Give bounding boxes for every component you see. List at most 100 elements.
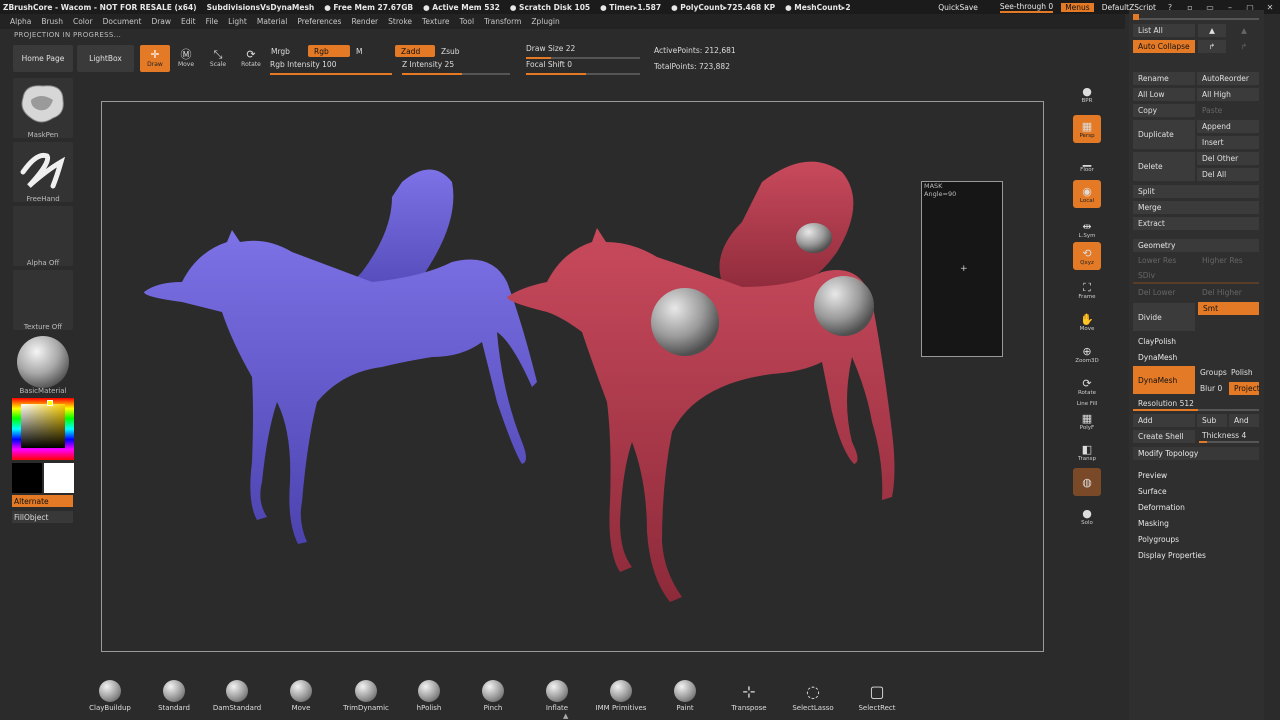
menu-color[interactable]: Color [73,17,93,26]
xyz-button[interactable]: ⟲ Qxyz [1073,242,1101,270]
brush-selectrect[interactable]: ▢ SelectRect [847,680,907,713]
menu-brush[interactable]: Brush [41,17,63,26]
all-high-button[interactable]: All High [1197,88,1259,101]
menu-render[interactable]: Render [351,17,378,26]
duplicate-button[interactable]: Duplicate [1133,120,1195,149]
copy-button[interactable]: Copy [1133,104,1195,117]
menu-material[interactable]: Material [257,17,287,26]
add-button[interactable]: Add [1133,414,1195,427]
menu-transform[interactable]: Transform [484,17,521,26]
solo-button[interactable]: ● Solo [1073,502,1101,530]
dynamesh-button[interactable]: DynaMesh [1133,366,1195,394]
shelf-expand-icon[interactable]: ▲ [563,712,568,720]
lsym-button[interactable]: ⇹ L.Sym [1073,215,1101,243]
frame-button[interactable]: ⛶ Frame [1073,276,1101,304]
menu-file[interactable]: File [206,17,219,26]
brush-damstandard[interactable]: DamStandard [207,680,267,712]
del-all-button[interactable]: Del All [1197,168,1259,181]
create-shell-button[interactable]: Create Shell [1133,430,1195,443]
extract-button[interactable]: Extract [1133,217,1259,230]
m-button[interactable]: M [350,45,380,57]
project-toggle[interactable]: Project [1229,382,1260,395]
brush-selectlasso[interactable]: ◌ SelectLasso [783,680,843,713]
alpha-selector[interactable] [13,206,73,266]
fillobject-button[interactable]: FillObject [12,511,73,523]
stroke-selector[interactable] [13,142,73,202]
claypolish-header[interactable]: ClayPolish [1133,335,1259,348]
draw-button[interactable]: ✛ Draw [140,45,170,72]
menu-texture[interactable]: Texture [422,17,449,26]
brush-trimdynamic[interactable]: TrimDynamic [336,680,396,712]
menu-stroke[interactable]: Stroke [388,17,412,26]
brush-paint[interactable]: Paint [655,680,715,712]
main-color-swatch[interactable] [12,463,42,493]
merge-button[interactable]: Merge [1133,201,1259,214]
auto-collapse-button[interactable]: Auto Collapse [1133,40,1195,53]
mrgb-button[interactable]: Mrgb [265,45,303,57]
brush-pinch[interactable]: Pinch [463,680,523,712]
bpr-button[interactable]: ● BPR [1073,80,1101,108]
delete-button[interactable]: Delete [1133,152,1195,181]
move-button[interactable]: Ⓜ Move [171,45,201,72]
ghost-button[interactable]: ◍ [1073,468,1101,496]
color-picker[interactable] [12,398,74,460]
append-button[interactable]: Append [1197,120,1259,133]
brush-claybuildup[interactable]: ClayBuildup [80,680,140,712]
geometry-header[interactable]: Geometry [1133,239,1259,252]
color-picker-square[interactable] [21,404,65,448]
draw-size-slider[interactable]: Draw Size 22 [526,44,640,59]
menu-preferences[interactable]: Preferences [297,17,341,26]
insert-button[interactable]: Insert [1197,136,1259,149]
smt-toggle[interactable]: Smt [1198,302,1259,315]
masking-header[interactable]: Masking [1133,517,1259,530]
viewport-canvas[interactable] [101,101,1044,652]
zadd-button[interactable]: Zadd [395,45,435,57]
dynamesh-header[interactable]: DynaMesh [1133,351,1259,364]
menu-light[interactable]: Light [228,17,247,26]
brush-standard[interactable]: Standard [144,680,204,712]
home-page-button[interactable]: Home Page [13,45,73,72]
menu-tool[interactable]: Tool [460,17,475,26]
brush-move[interactable]: Move [271,680,331,712]
transp-button[interactable]: ◧ Transp [1073,438,1101,466]
modify-topology-header[interactable]: Modify Topology [1133,447,1259,460]
panel-top-slider[interactable] [1133,14,1259,20]
floor-button[interactable]: ▁ Floor [1073,149,1101,177]
brush-imm-primitives[interactable]: IMM Primitives [591,680,651,712]
menu-draw[interactable]: Draw [151,17,171,26]
scale-button[interactable]: ⤡ Scale [203,45,233,72]
polyf-button[interactable]: ▦ PolyF [1073,407,1101,435]
polish-toggle[interactable]: Polish [1226,366,1260,379]
brush-selector[interactable] [13,78,73,138]
menu-zplugin[interactable]: Zplugin [531,17,559,26]
alternate-button[interactable]: Alternate [12,495,73,507]
del-other-button[interactable]: Del Other [1197,152,1259,165]
arrow-right-icon[interactable]: ↱ [1198,40,1226,53]
zsub-button[interactable]: Zsub [435,45,475,57]
persp-button[interactable]: ▦ Persp [1073,115,1101,143]
menu-edit[interactable]: Edit [181,17,196,26]
secondary-color-swatch[interactable] [44,463,74,493]
list-all-button[interactable]: List All [1133,24,1195,37]
display-properties-header[interactable]: Display Properties [1133,549,1259,562]
menu-alpha[interactable]: Alpha [10,17,31,26]
divide-button[interactable]: Divide [1133,303,1195,331]
brush-inflate[interactable]: Inflate [527,680,587,712]
deformation-header[interactable]: Deformation [1133,501,1259,514]
menu-document[interactable]: Document [103,17,142,26]
see-through-slider[interactable]: See-through 0 [999,2,1054,13]
and-button[interactable]: And [1229,414,1259,427]
lightbox-button[interactable]: LightBox [77,45,134,72]
autoreorder-button[interactable]: AutoReorder [1197,72,1259,85]
texture-selector[interactable] [13,270,73,330]
menus-button[interactable]: Menus [1061,2,1094,12]
preview-header[interactable]: Preview [1133,469,1259,482]
close-icon[interactable]: ✕ [1264,3,1276,12]
z-intensity-slider[interactable]: Z Intensity 25 [402,60,510,75]
brush-hpolish[interactable]: hPolish [399,680,459,712]
brush-transpose[interactable]: ⊹ Transpose [719,680,779,713]
move-button[interactable]: ✋ Move [1073,308,1101,336]
material-selector[interactable] [13,334,73,394]
rotate-button[interactable]: ⟳ Rotate [1073,372,1101,400]
focal-shift-slider[interactable]: Focal Shift 0 [526,60,640,75]
